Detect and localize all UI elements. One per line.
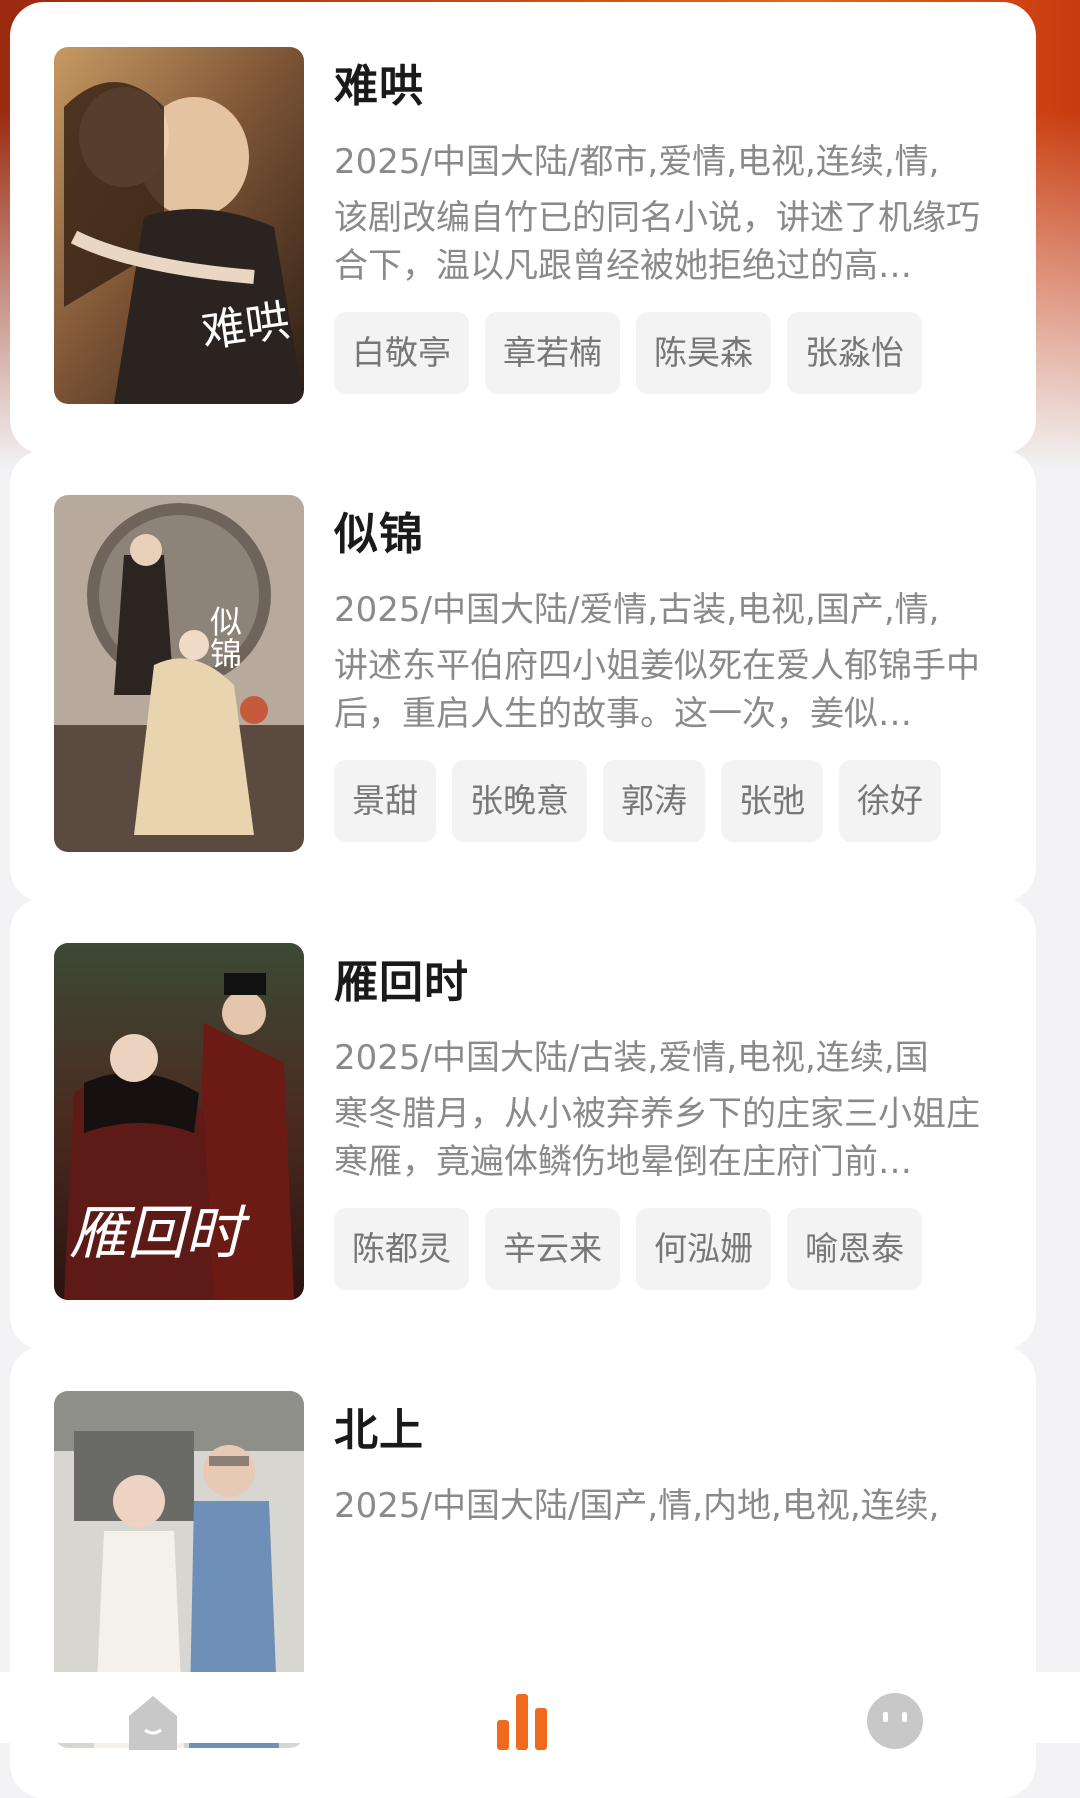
show-card[interactable]: 似锦 似锦 2025/中国大陆/爱情,古装,电视,国产,情, 讲述东平伯府四小姐… <box>10 450 1036 902</box>
cast-tag[interactable]: 景甜 <box>334 760 436 842</box>
show-title[interactable]: 北上 <box>334 1394 424 1458</box>
poster-calligraphy: 雁回时 <box>69 1199 251 1267</box>
tab-ranking[interactable] <box>495 1690 549 1754</box>
cast-tag[interactable]: 白敬亭 <box>334 312 469 394</box>
poster-image[interactable]: 难哄 <box>54 47 304 404</box>
show-card[interactable]: 难哄 难哄 2025/中国大陆/都市,爱情,电视,连续,情, 该剧改编自竹已的同… <box>10 2 1036 454</box>
cast-tags: 陈都灵 辛云来 何泓姗 喻恩泰 <box>334 1208 922 1290</box>
cast-tag[interactable]: 辛云来 <box>485 1208 620 1290</box>
poster-calligraphy: 似锦 <box>205 605 243 669</box>
tab-home[interactable] <box>123 1690 183 1754</box>
cast-tag[interactable]: 章若楠 <box>485 312 620 394</box>
show-description: 该剧改编自竹已的同名小说，讲述了机缘巧合下，温以凡跟曾经被她拒绝过的高… <box>334 198 980 286</box>
show-meta: 2025/中国大陆/都市,爱情,电视,连续,情, <box>334 142 940 182</box>
home-icon <box>129 1696 177 1750</box>
show-meta: 2025/中国大陆/爱情,古装,电视,国产,情, <box>334 590 940 630</box>
show-card[interactable]: 雁回时 雁回时 2025/中国大陆/古装,爱情,电视,连续,国 寒冬腊月，从小被… <box>10 898 1036 1350</box>
cast-tags: 白敬亭 章若楠 陈昊森 张淼怡 <box>334 312 922 394</box>
cast-tag[interactable]: 郭涛 <box>603 760 705 842</box>
show-meta: 2025/中国大陆/古装,爱情,电视,连续,国 <box>334 1038 929 1078</box>
show-title[interactable]: 雁回时 <box>334 946 469 1010</box>
cast-tags: 景甜 张晚意 郭涛 张弛 徐好 <box>334 760 941 842</box>
cast-tag[interactable]: 张淼怡 <box>787 312 922 394</box>
bottom-tab-bar <box>0 1672 1080 1750</box>
cast-tag[interactable]: 张晚意 <box>452 760 587 842</box>
show-description: 寒冬腊月，从小被弃养乡下的庄家三小姐庄寒雁，竟遍体鳞伤地晕倒在庄府门前… <box>334 1094 980 1182</box>
cast-tag[interactable]: 喻恩泰 <box>787 1208 922 1290</box>
cast-tag[interactable]: 张弛 <box>721 760 823 842</box>
ranking-bars-icon <box>497 1694 547 1750</box>
show-title[interactable]: 似锦 <box>334 498 424 562</box>
poster-image[interactable]: 似锦 <box>54 495 304 852</box>
show-title[interactable]: 难哄 <box>334 50 424 114</box>
poster-image[interactable]: 雁回时 <box>54 943 304 1300</box>
cast-tag[interactable]: 陈都灵 <box>334 1208 469 1290</box>
profile-face-icon <box>867 1693 923 1749</box>
cast-tag[interactable]: 徐好 <box>839 760 941 842</box>
tab-profile[interactable] <box>866 1690 924 1754</box>
show-meta: 2025/中国大陆/国产,情,内地,电视,连续, <box>334 1486 940 1526</box>
cast-tag[interactable]: 陈昊森 <box>636 312 771 394</box>
show-description: 讲述东平伯府四小姐姜似死在爱人郁锦手中后，重启人生的故事。这一次，姜似… <box>334 646 980 734</box>
cast-tag[interactable]: 何泓姗 <box>636 1208 771 1290</box>
